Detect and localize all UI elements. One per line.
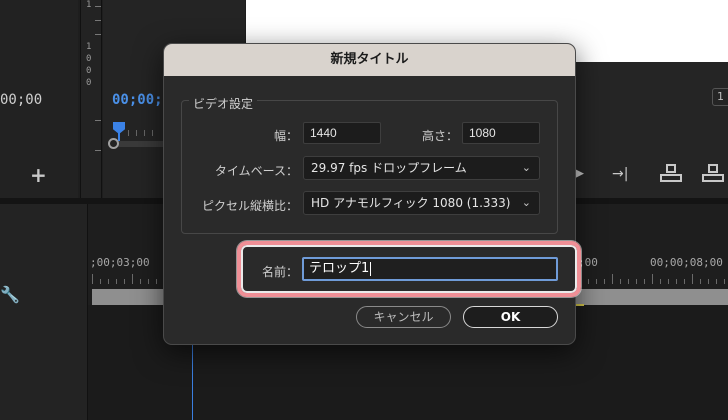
lift-icon[interactable] — [660, 164, 682, 182]
pixel-aspect-select[interactable]: HD アナモルフィック 1080 (1.333) ⌄ — [303, 191, 540, 215]
ruler-digit: 1 — [86, 0, 92, 10]
timebase-label: タイムベース： — [214, 164, 298, 178]
step-forward-icon[interactable]: →| — [612, 166, 628, 182]
width-label: 幅： — [273, 129, 298, 143]
ruler-digit: 0 — [86, 66, 92, 76]
dialog-title: 新規タイトル — [164, 44, 575, 76]
ruler-tick — [676, 279, 677, 284]
tools-panel — [0, 204, 88, 420]
timebase-value: 29.97 fps ドロップフレーム — [311, 161, 467, 175]
extract-icon[interactable] — [702, 164, 724, 182]
ruler-tick — [140, 279, 141, 284]
ruler-tick — [124, 279, 125, 284]
ruler-tick — [116, 279, 117, 284]
ruler-tick — [636, 279, 637, 284]
ok-button[interactable]: OK — [463, 306, 558, 328]
ruler-tick — [724, 279, 725, 284]
ruler-tick — [692, 274, 693, 284]
timeline-time-label: ;00;03;00 — [90, 256, 150, 269]
vertical-ruler: 1 1 0 0 0 — [80, 0, 102, 198]
ruler-tick — [668, 279, 669, 284]
ruler-tick — [108, 279, 109, 284]
ruler-tick — [716, 279, 717, 284]
width-field[interactable]: 1440 — [303, 122, 381, 144]
ruler-tick — [660, 279, 661, 284]
source-mini-ruler — [104, 130, 164, 138]
ruler-tick — [95, 120, 101, 121]
ruler-tick — [652, 274, 653, 284]
pixel-aspect-label: ピクセル縦横比： — [201, 199, 298, 213]
ruler-tick — [596, 279, 597, 284]
in-point-marker — [576, 304, 584, 306]
ruler-tick — [620, 279, 621, 284]
ruler-tick — [644, 279, 645, 284]
ruler-tick — [95, 6, 101, 7]
height-field[interactable]: 1080 — [462, 122, 540, 144]
timecode-display: 00;00 — [0, 92, 43, 108]
video-settings-legend: ビデオ設定 — [189, 95, 258, 112]
chevron-down-icon: ⌄ — [521, 196, 531, 209]
ruler-tick — [95, 150, 101, 151]
ruler-digit: 0 — [86, 54, 92, 64]
resolution-select[interactable]: 1 — [712, 88, 728, 106]
ruler-tick — [628, 279, 629, 284]
annotation-highlight — [237, 241, 581, 297]
ruler-tick — [95, 20, 101, 21]
ruler-tick — [92, 274, 93, 284]
ruler-tick — [148, 279, 149, 284]
ruler-digit: 1 — [86, 42, 92, 52]
timeline-time-label: 00;00;08;00 — [650, 256, 723, 269]
ruler-tick — [604, 279, 605, 284]
ruler-tick — [588, 279, 589, 284]
ruler-digit: 0 — [86, 78, 92, 88]
chevron-down-icon: ⌄ — [521, 161, 531, 174]
timebase-select[interactable]: 29.97 fps ドロップフレーム ⌄ — [303, 156, 540, 180]
ruler-tick — [708, 279, 709, 284]
zoom-slider-handle[interactable] — [108, 138, 119, 149]
ruler-tick — [95, 34, 101, 35]
playhead-timecode[interactable]: 00;00; — [112, 92, 163, 108]
ruler-tick — [700, 279, 701, 284]
ruler-tick — [684, 279, 685, 284]
ruler-tick — [132, 274, 133, 284]
new-title-dialog: 新規タイトル ビデオ設定 幅： 1440 高さ： 1080 タイムベース： 29… — [163, 43, 576, 345]
add-button-icon[interactable]: + — [30, 165, 47, 185]
ruler-tick — [612, 274, 613, 284]
ruler-tick — [100, 279, 101, 284]
cancel-button[interactable]: キャンセル — [356, 306, 451, 328]
wrench-icon[interactable]: 🔧 — [0, 287, 20, 303]
ruler-tick — [156, 279, 157, 284]
height-label: 高さ： — [421, 129, 458, 143]
pixel-aspect-value: HD アナモルフィック 1080 (1.333) — [311, 196, 511, 210]
